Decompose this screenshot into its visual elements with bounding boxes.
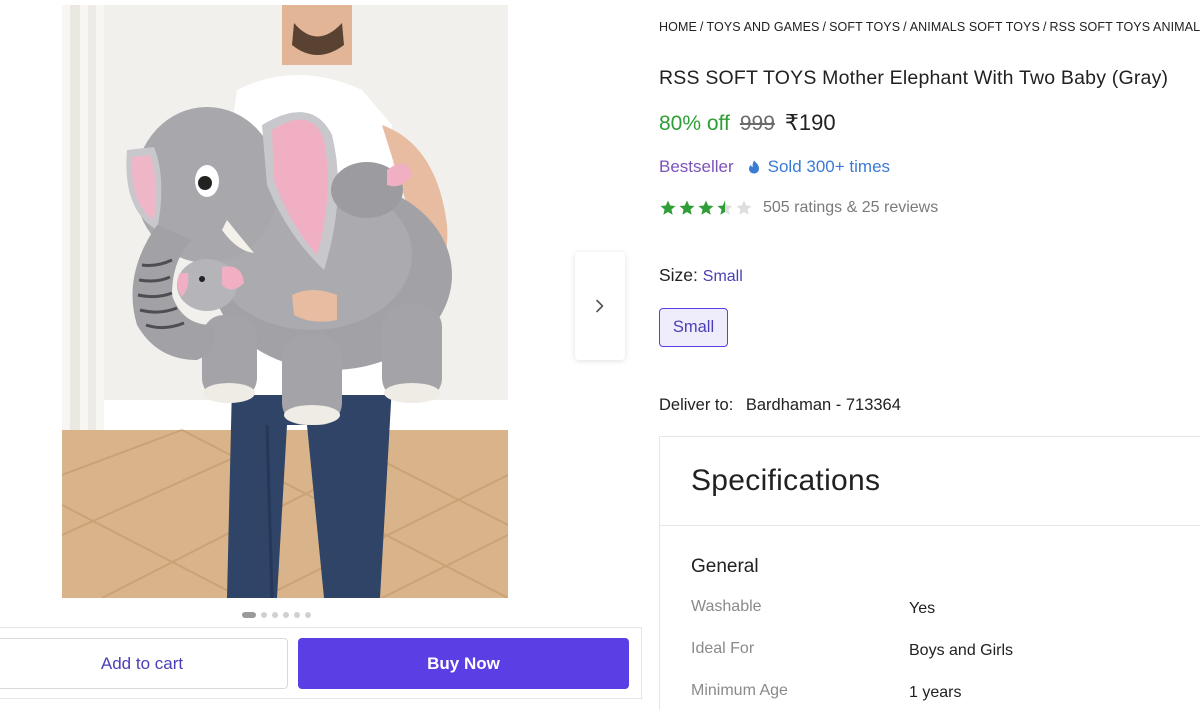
discount-percent: 80% off — [659, 112, 730, 135]
star-icon — [698, 200, 714, 215]
reviews-count: & 25 reviews — [846, 199, 939, 216]
breadcrumb: HOME / TOYS AND GAMES / SOFT TOYS / ANIMALS SO… — [659, 20, 1200, 34]
divider — [660, 525, 1200, 526]
ratings-count: 505 ratings — [763, 199, 843, 216]
product-title: RSS SOFT TOYS Mother Elephant With Two B… — [659, 67, 1169, 89]
carousel-dot[interactable] — [242, 612, 256, 618]
original-price: 999 — [739, 112, 775, 135]
spec-group-title: General — [691, 556, 759, 577]
price-row: 80% off 999 ₹190 — [659, 110, 836, 136]
breadcrumb-separator: / — [1042, 20, 1047, 34]
carousel-indicator — [242, 612, 311, 618]
spec-key: Minimum Age — [691, 682, 788, 699]
breadcrumb-item[interactable]: HOME — [659, 20, 697, 34]
spec-value: Boys and Girls — [909, 642, 1014, 659]
product-image[interactable] — [62, 5, 508, 598]
chevron-right-icon — [596, 299, 604, 313]
carousel-dot[interactable] — [261, 612, 267, 618]
breadcrumb-item[interactable]: ANIMALS SOFT TOYS — [910, 20, 1040, 34]
specifications-heading: Specifications — [691, 464, 881, 497]
ratings-summary: 505 ratings & 25 reviews — [763, 199, 938, 217]
product-details: HOME / TOYS AND GAMES / SOFT TOYS / ANIMALS SO… — [659, 0, 1200, 710]
size-option-small[interactable]: Small — [659, 308, 728, 347]
star-icon — [679, 200, 695, 215]
spec-value: 1 years — [909, 684, 962, 701]
carousel-dot[interactable] — [283, 612, 289, 618]
breadcrumb-separator: / — [699, 20, 704, 34]
size-label: Size: — [659, 265, 698, 285]
product-page: Add to cart Buy Now HOME / TOYS AND GAMES /… — [0, 0, 1200, 710]
size-label-row: Size: Small — [659, 265, 743, 286]
specifications-panel: Specifications General Washable Yes Idea… — [659, 436, 1200, 710]
star-icon — [736, 200, 752, 215]
carousel-dot[interactable] — [294, 612, 300, 618]
sold-count-label: Sold 300+ times — [767, 157, 891, 176]
product-photo-illustration — [62, 5, 508, 598]
selling-price: ₹190 — [784, 110, 836, 135]
action-bar: Add to cart Buy Now — [0, 627, 642, 699]
gallery-column: Add to cart Buy Now — [0, 0, 645, 710]
breadcrumb-separator: / — [822, 20, 827, 34]
breadcrumb-separator: / — [903, 20, 907, 34]
deliver-value: Bardhaman - 713364 — [745, 396, 901, 414]
rating-row[interactable]: 505 ratings & 25 reviews — [659, 199, 938, 217]
spec-value: Yes — [909, 600, 936, 617]
sold-count-badge: Sold 300+ times — [746, 157, 890, 177]
breadcrumb-item[interactable]: SOFT TOYS — [829, 20, 900, 34]
breadcrumb-item[interactable]: RSS SOFT TOYS ANIMALS — [1050, 20, 1200, 34]
carousel-dot[interactable] — [272, 612, 278, 618]
spec-key: Washable — [691, 598, 762, 615]
star-icon — [660, 200, 676, 215]
add-to-cart-button[interactable]: Add to cart — [0, 638, 288, 689]
breadcrumb-item[interactable]: TOYS AND GAMES — [706, 20, 819, 34]
size-selected-value: Small — [702, 268, 743, 285]
next-image-button[interactable] — [575, 252, 625, 360]
star-icon — [717, 200, 733, 215]
badge-row: Bestseller Sold 300+ times — [659, 157, 890, 177]
carousel-dot[interactable] — [305, 612, 311, 618]
buy-now-button[interactable]: Buy Now — [298, 638, 629, 689]
star-rating — [659, 199, 753, 217]
spec-key: Ideal For — [691, 640, 755, 657]
bestseller-badge: Bestseller — [659, 157, 734, 176]
deliver-label: Deliver to: — [659, 396, 734, 414]
flame-icon — [748, 160, 759, 174]
delivery-location[interactable]: Deliver to: Bardhaman - 713364 — [659, 396, 901, 415]
